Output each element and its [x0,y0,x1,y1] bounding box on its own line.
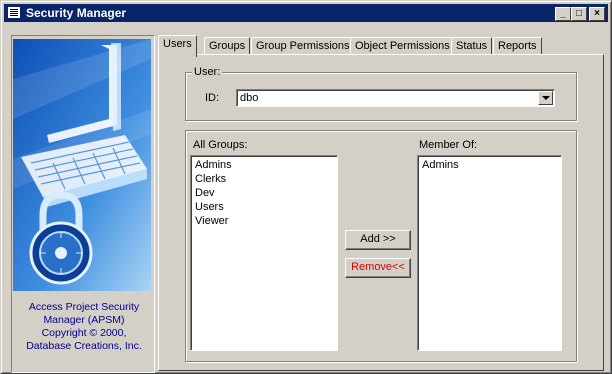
close-button[interactable]: × [589,7,605,21]
chevron-down-icon[interactable] [538,91,553,105]
user-id-combobox[interactable]: dbo [236,89,555,107]
tab-groups[interactable]: Groups [204,37,251,55]
title-bar[interactable]: Security Manager _ □ × [4,4,608,22]
user-id-value: dbo [240,92,259,104]
list-item[interactable]: Admins [422,158,557,172]
list-item[interactable]: Viewer [195,214,333,228]
member-of-label: Member Of: [417,139,480,151]
all-groups-label: All Groups: [191,139,250,151]
list-item[interactable]: Dev [195,186,333,200]
add-button[interactable]: Add >> [345,230,411,250]
user-legend: User: [192,66,223,78]
minimize-button[interactable]: _ [555,7,571,21]
credit-text: Access Project Security Manager (APSM) C… [11,301,157,353]
remove-button[interactable]: Remove<< [345,258,411,278]
tab-reports[interactable]: Reports [493,37,542,55]
tab-group-permissions[interactable]: Group Permissions [251,37,355,55]
list-item[interactable]: Clerks [195,172,333,186]
all-groups-list[interactable]: Admins Clerks Dev Users Viewer [190,155,338,351]
member-of-list[interactable]: Admins [417,155,562,351]
tab-users[interactable]: Users [158,35,197,57]
system-menu-icon[interactable] [8,7,20,18]
credit-line: Access Project Security [28,301,140,313]
window-title: Security Manager [26,6,127,20]
credit-line: Copyright © 2000, [41,327,127,339]
credit-line: Manager (APSM) [43,314,125,326]
users-tab-page: User: ID: dbo All Groups: Admins Clerks … [158,54,604,371]
tab-object-permissions[interactable]: Object Permissions [350,37,455,55]
security-manager-window: Security Manager _ □ × Access Project Se… [0,0,612,374]
list-item[interactable]: Users [195,200,333,214]
client-area: Access Project Security Manager (APSM) C… [5,25,609,373]
credit-line: Database Creations, Inc. [26,340,142,352]
list-item[interactable]: Admins [195,158,333,172]
tab-status[interactable]: Status [451,37,493,55]
laptop-padlock-illustration-icon [13,39,151,291]
maximize-button[interactable]: □ [571,7,587,21]
id-label: ID: [203,92,222,104]
